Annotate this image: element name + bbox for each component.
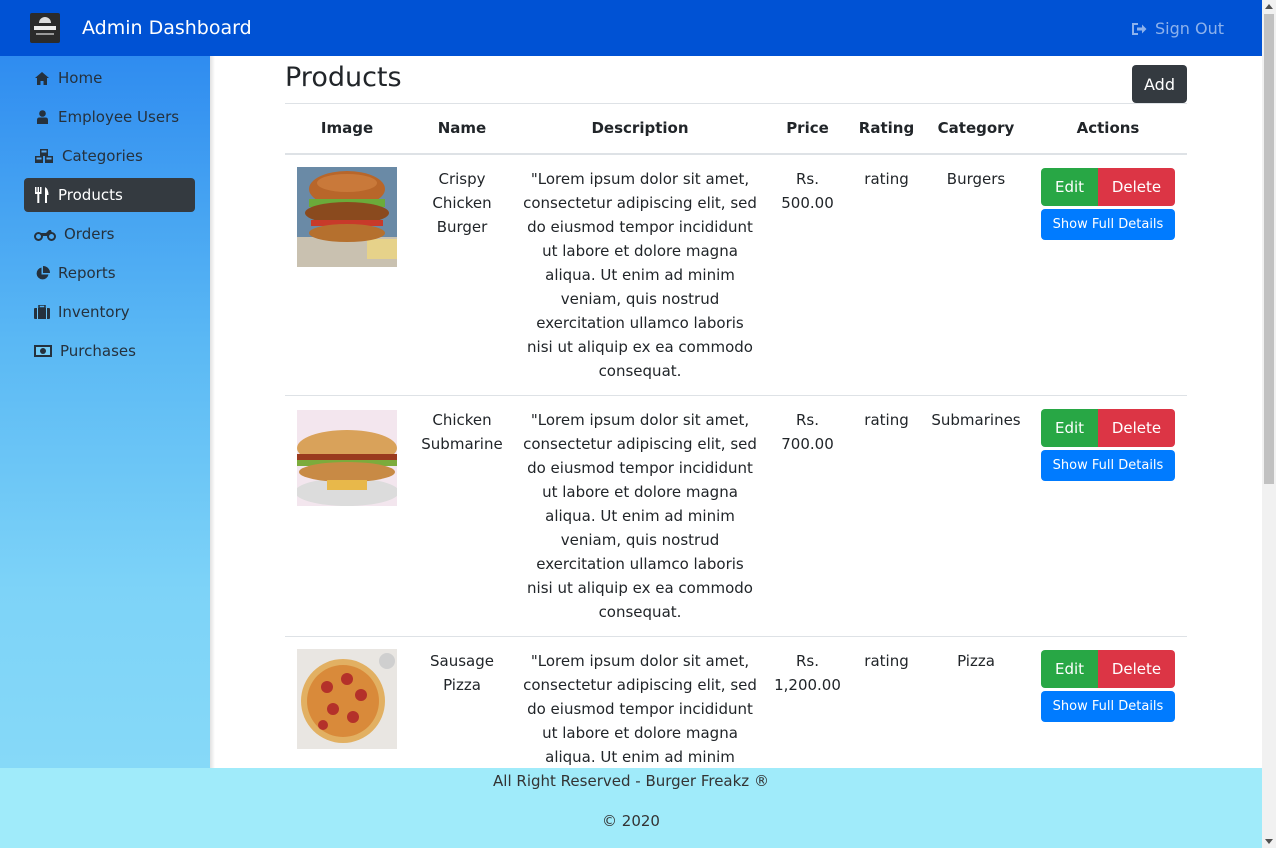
sidebar-item-label: Inventory xyxy=(58,303,130,321)
delete-button[interactable]: Delete xyxy=(1098,167,1175,206)
page-scrollbar[interactable] xyxy=(1262,0,1276,848)
sidebar-item-employee-users[interactable]: Employee Users xyxy=(24,100,195,134)
product-description: "Lorem ipsum dolor sit amet, consectetur… xyxy=(515,153,765,395)
top-navbar: Admin Dashboard Sign Out xyxy=(0,0,1262,56)
edit-button[interactable]: Edit xyxy=(1041,167,1098,206)
sidebar-item-home[interactable]: Home xyxy=(24,61,195,95)
product-price: Rs. 700.00 xyxy=(765,394,850,636)
sign-out-link[interactable]: Sign Out xyxy=(1131,19,1224,38)
sidebar-item-products[interactable]: Products xyxy=(24,178,195,212)
sidebar-item-label: Categories xyxy=(62,147,143,165)
edit-button[interactable]: Edit xyxy=(1041,649,1098,688)
sidebar-item-label: Orders xyxy=(64,225,115,243)
edit-button[interactable]: Edit xyxy=(1041,408,1098,447)
product-category: Submarines xyxy=(923,394,1029,636)
column-header-name: Name xyxy=(409,103,515,155)
sidebar-item-label: Purchases xyxy=(60,342,136,360)
sidebar-item-purchases[interactable]: Purchases xyxy=(24,334,195,368)
show-full-details-button[interactable]: Show Full Details xyxy=(1041,449,1175,481)
cubes-icon xyxy=(34,148,54,164)
product-category: Burgers xyxy=(923,153,1029,395)
product-description: "Lorem ipsum dolor sit amet, consectetur… xyxy=(515,394,765,636)
sign-out-label: Sign Out xyxy=(1155,19,1224,38)
sidebar-item-label: Employee Users xyxy=(58,108,180,126)
show-full-details-button[interactable]: Show Full Details xyxy=(1041,208,1175,240)
row-actions: Edit Delete Show Full Details xyxy=(1037,167,1179,240)
footer: All Right Reserved - Burger Freakz ® © 2… xyxy=(0,768,1262,848)
product-name: Chicken Submarine xyxy=(409,394,515,636)
pie-chart-icon xyxy=(34,265,50,281)
sidebar-item-orders[interactable]: Orders xyxy=(24,217,195,251)
scrollbar-thumb[interactable] xyxy=(1264,14,1274,484)
footer-copyright-text: All Right Reserved - Burger Freakz ® xyxy=(493,772,769,790)
sidebar-item-label: Products xyxy=(58,186,123,204)
column-header-price: Price xyxy=(765,103,850,155)
column-header-category: Category xyxy=(923,103,1029,155)
motorcycle-icon xyxy=(34,226,56,242)
sidebar-item-label: Home xyxy=(58,69,103,87)
chicken-submarine-photo xyxy=(297,409,397,506)
column-header-actions: Actions xyxy=(1029,103,1187,155)
product-price: Rs. 500.00 xyxy=(765,153,850,395)
product-rating: rating xyxy=(850,153,923,395)
sausage-pizza-photo xyxy=(297,648,397,749)
show-full-details-button[interactable]: Show Full Details xyxy=(1041,690,1175,722)
delete-button[interactable]: Delete xyxy=(1098,649,1175,688)
app-title[interactable]: Admin Dashboard xyxy=(82,17,252,39)
sidebar-item-inventory[interactable]: Inventory xyxy=(24,295,195,329)
user-icon xyxy=(34,109,50,125)
row-actions: Edit Delete Show Full Details xyxy=(1037,408,1179,481)
cutlery-icon xyxy=(34,187,50,203)
table-row: Chicken Submarine "Lorem ipsum dolor sit… xyxy=(285,394,1187,636)
column-header-image: Image xyxy=(285,103,409,155)
products-table: Image Name Description Price Rating Cate… xyxy=(285,103,1187,848)
sidebar-item-reports[interactable]: Reports xyxy=(24,256,195,290)
column-header-description: Description xyxy=(515,103,765,155)
brand-logo[interactable] xyxy=(30,13,60,43)
sign-out-icon xyxy=(1132,22,1147,35)
table-header-row: Image Name Description Price Rating Cate… xyxy=(285,103,1187,155)
crispy-chicken-burger-photo xyxy=(297,166,397,267)
footer-year: © 2020 xyxy=(602,812,660,830)
sidebar-item-categories[interactable]: Categories xyxy=(24,139,195,173)
sidebar-item-label: Reports xyxy=(58,264,116,282)
add-product-button[interactable]: Add xyxy=(1132,65,1187,103)
table-row: Crispy Chicken Burger "Lorem ipsum dolor… xyxy=(285,153,1187,395)
delete-button[interactable]: Delete xyxy=(1098,408,1175,447)
home-icon xyxy=(34,70,50,86)
product-rating: rating xyxy=(850,394,923,636)
page-title: Products xyxy=(285,62,402,93)
product-name: Crispy Chicken Burger xyxy=(409,153,515,395)
scroll-down-arrow-icon[interactable] xyxy=(1265,839,1273,844)
sidebar: Home Employee Users Categories Products … xyxy=(0,56,215,768)
money-icon xyxy=(34,343,52,359)
row-actions: Edit Delete Show Full Details xyxy=(1037,649,1179,722)
briefcase-icon xyxy=(34,304,50,320)
column-header-rating: Rating xyxy=(850,103,923,155)
scroll-up-arrow-icon[interactable] xyxy=(1265,4,1273,9)
